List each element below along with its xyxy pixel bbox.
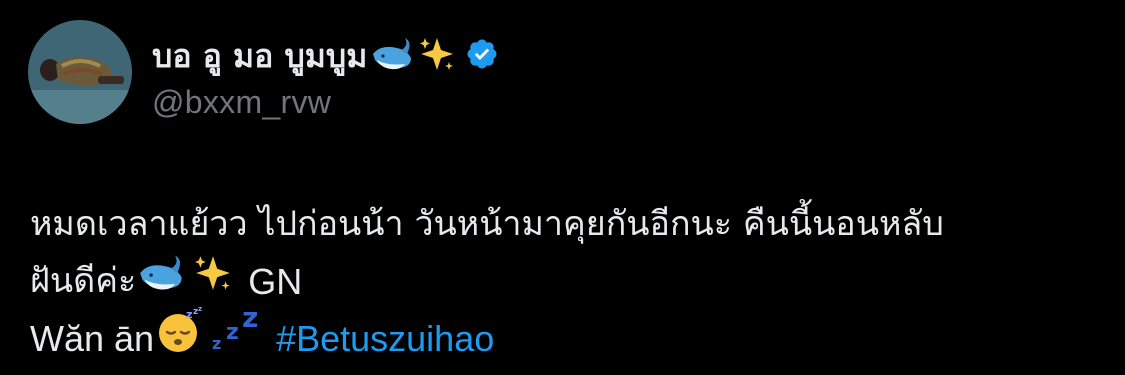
- tweet-text-line2-thai: ฝันดีค่ะ: [30, 261, 137, 301]
- tweet-line-2: ฝันดีค่ะ GN: [30, 253, 1100, 310]
- svg-text:z: z: [226, 320, 239, 345]
- svg-text:z: z: [212, 334, 221, 353]
- tweet-text-line1: หมดเวลาแย้วว ไปก่อนน้า วันหน้ามาคุยกันอี…: [30, 204, 944, 244]
- tweet-text-line3: Wăn ān: [30, 318, 155, 359]
- svg-text:z: z: [242, 305, 258, 334]
- whale-icon: [371, 34, 415, 78]
- tweet-card: บอ อู มอ บูมบูม @bxxm_rvw หมดเวลาแย้วว ไ…: [0, 0, 1125, 375]
- name-row: บอ อู มอ บูมบูม: [152, 32, 499, 80]
- tweet-line-3: Wăn ān z z z z z z #Betuszuihao: [30, 301, 1100, 367]
- display-name[interactable]: บอ อู มอ บูมบูม: [152, 31, 367, 82]
- zzz-icon: z z z: [210, 301, 266, 373]
- tweet-text: หมดเวลาแย้วว ไปก่อนน้า วันหน้ามาคุยกันอี…: [30, 196, 1100, 367]
- sleeping-face-icon: z z z: [156, 305, 206, 372]
- avatar[interactable]: [28, 20, 132, 124]
- tweet-line-1: หมดเวลาแย้วว ไปก่อนน้า วันหน้ามาคุยกันอี…: [30, 196, 1100, 253]
- sparkles-icon: [192, 252, 234, 312]
- tweet-header: บอ อู มอ บูมบูม @bxxm_rvw: [152, 32, 499, 121]
- tweet-text-line2-latin: GN: [248, 261, 303, 302]
- svg-text:z: z: [186, 308, 192, 321]
- svg-text:z: z: [198, 306, 202, 313]
- hashtag-link[interactable]: #Betuszuihao: [276, 310, 494, 367]
- whale-icon: [138, 251, 186, 313]
- user-handle[interactable]: @bxxm_rvw: [152, 84, 499, 121]
- sparkles-icon: [417, 34, 457, 78]
- verified-badge-icon[interactable]: [465, 37, 499, 75]
